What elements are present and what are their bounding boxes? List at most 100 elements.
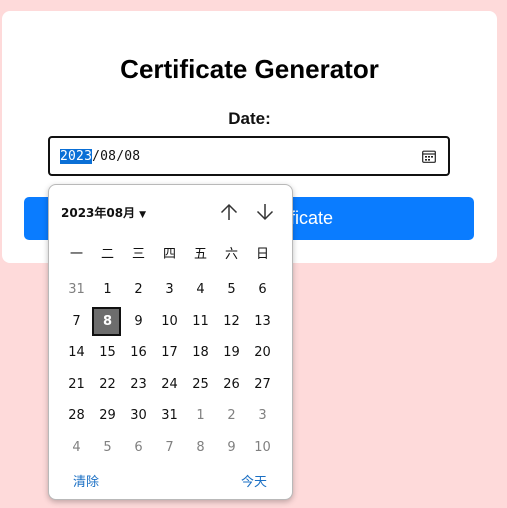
day-cell[interactable]: 22	[92, 369, 123, 401]
day-cell[interactable]: 30	[123, 400, 154, 432]
day-label: 30	[130, 408, 147, 424]
month-year-selector[interactable]: 2023年08月 ▼	[61, 204, 146, 221]
day-cell[interactable]: 13	[247, 306, 278, 338]
day-cell-outside-month[interactable]: 8	[185, 432, 216, 464]
day-label: 28	[68, 408, 85, 424]
day-cell[interactable]: 14	[61, 337, 92, 369]
date-value[interactable]: 2023/08/08	[60, 149, 140, 164]
date-picker-popup: 2023年08月 ▼ 一 二 三 四 五 六 日 31 1 2 3 4 5 6 7 8 9 10 11 1…	[48, 184, 293, 500]
day-label: 25	[192, 376, 209, 392]
month-year-label[interactable]: 2023年08月	[61, 206, 135, 220]
day-label: 2	[227, 408, 236, 424]
day-label: 4	[72, 439, 81, 455]
day-cell[interactable]: 16	[123, 337, 154, 369]
day-label: 20	[254, 345, 271, 361]
previous-month-arrow-icon[interactable]	[218, 201, 240, 223]
weekday-label: 三	[131, 247, 145, 262]
weekday-label: 五	[193, 247, 207, 262]
calendar-icon[interactable]	[422, 150, 436, 163]
day-label: 12	[223, 313, 240, 329]
day-cell-outside-month[interactable]: 10	[247, 432, 278, 464]
next-month-arrow-icon[interactable]	[254, 201, 276, 223]
day-label: 16	[130, 345, 147, 361]
day-cell[interactable]: 18	[185, 337, 216, 369]
day-cell[interactable]: 6	[247, 274, 278, 306]
day-label: 22	[99, 376, 116, 392]
day-cell[interactable]: 26	[216, 369, 247, 401]
caret-down-icon[interactable]: ▼	[139, 210, 146, 220]
day-label: 5	[227, 282, 236, 297]
date-year-segment[interactable]: 2023	[60, 149, 93, 164]
day-cell[interactable]: 4	[185, 274, 216, 306]
day-cell-outside-month[interactable]: 7	[154, 432, 185, 464]
day-cell-outside-month[interactable]: 1	[185, 400, 216, 432]
day-grid: 31 1 2 3 4 5 6 7 8 9 10 11 12 13 14 15 16 17 18 19 20 21 22 23 2…	[61, 274, 281, 464]
date-input[interactable]: 2023/08/08	[48, 136, 450, 176]
day-cell[interactable]: 12	[216, 306, 247, 338]
day-cell[interactable]: 17	[154, 337, 185, 369]
day-cell[interactable]: 23	[123, 369, 154, 401]
day-label: 1	[103, 282, 112, 297]
day-cell-outside-month[interactable]: 9	[216, 432, 247, 464]
day-cell-outside-month[interactable]: 6	[123, 432, 154, 464]
day-cell-outside-month[interactable]: 4	[61, 432, 92, 464]
day-cell-outside-month[interactable]: 3	[247, 400, 278, 432]
day-label: 24	[161, 376, 178, 392]
day-label: 27	[254, 376, 271, 392]
day-cell[interactable]: 15	[92, 337, 123, 369]
day-cell[interactable]: 31	[154, 400, 185, 432]
weekday-header: 一 二 三 四 五 六 日	[61, 243, 281, 262]
day-cell[interactable]: 7	[61, 306, 92, 338]
day-label: 3	[258, 408, 267, 424]
day-cell[interactable]: 25	[185, 369, 216, 401]
day-cell[interactable]: 10	[154, 306, 185, 338]
day-cell[interactable]: 3	[154, 274, 185, 306]
date-rest-segment[interactable]: /08/08	[92, 149, 140, 164]
weekday-label: 四	[162, 247, 176, 262]
day-cell-selected[interactable]: 8	[92, 306, 123, 338]
day-cell[interactable]: 24	[154, 369, 185, 401]
day-label: 1	[196, 408, 205, 424]
day-cell[interactable]: 11	[185, 306, 216, 338]
day-cell[interactable]: 2	[123, 274, 154, 306]
day-label: 10	[254, 439, 271, 455]
day-label: 7	[165, 439, 174, 455]
day-label: 8	[196, 439, 205, 455]
day-label: 31	[161, 408, 178, 424]
day-cell[interactable]: 19	[216, 337, 247, 369]
day-label: 26	[223, 376, 240, 392]
day-cell-outside-month[interactable]: 5	[92, 432, 123, 464]
day-cell[interactable]: 29	[92, 400, 123, 432]
day-label: 21	[68, 376, 85, 392]
day-label: 3	[165, 282, 174, 297]
day-cell-outside-month[interactable]: 2	[216, 400, 247, 432]
date-label: Date:	[228, 109, 271, 128]
day-label: 4	[196, 282, 205, 297]
day-label: 19	[223, 345, 240, 361]
day-label: 31	[68, 282, 85, 297]
day-cell[interactable]: 20	[247, 337, 278, 369]
day-label: 18	[192, 345, 209, 361]
clear-button[interactable]: 清除	[73, 471, 99, 490]
day-label: 9	[227, 439, 236, 455]
day-label: 29	[99, 408, 116, 424]
day-cell[interactable]: 21	[61, 369, 92, 401]
day-cell-outside-month[interactable]: 31	[61, 274, 92, 306]
day-label: 6	[258, 282, 267, 297]
day-cell[interactable]: 28	[61, 400, 92, 432]
generate-button-label: ficate	[290, 208, 334, 228]
day-label: 6	[134, 439, 143, 455]
day-label: 8	[102, 313, 113, 329]
weekday-label: 二	[100, 247, 114, 262]
day-label: 17	[161, 345, 178, 361]
weekday-label: 日	[255, 247, 269, 262]
day-label: 7	[72, 313, 81, 329]
day-label: 11	[192, 313, 209, 329]
day-label: 5	[103, 439, 112, 455]
day-cell[interactable]: 27	[247, 369, 278, 401]
day-cell[interactable]: 1	[92, 274, 123, 306]
day-label: 13	[254, 313, 271, 329]
day-cell[interactable]: 9	[123, 306, 154, 338]
today-button[interactable]: 今天	[241, 471, 267, 490]
day-cell[interactable]: 5	[216, 274, 247, 306]
